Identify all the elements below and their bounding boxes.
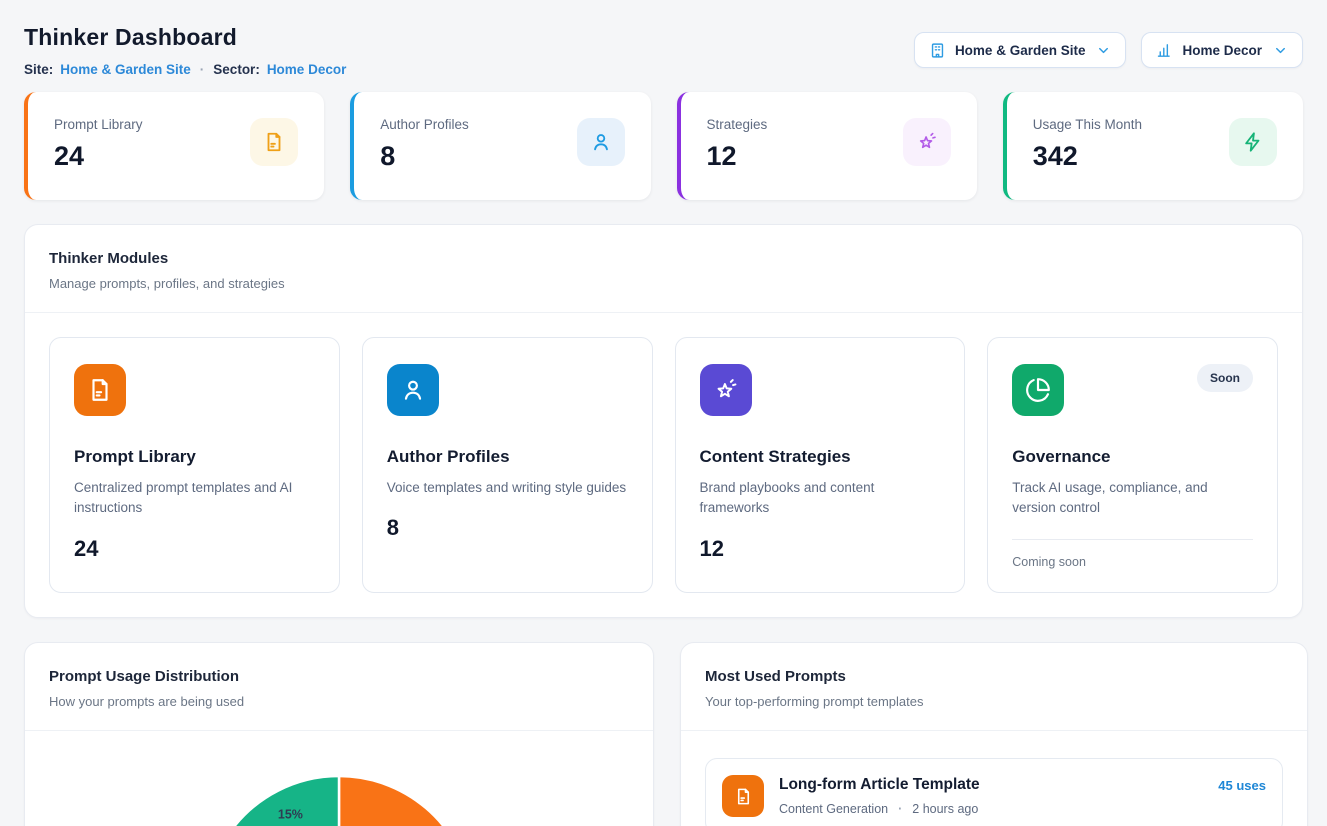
stat-cards-row: Prompt Library 24 Author Profiles 8 Stra… bbox=[24, 92, 1303, 200]
site-link[interactable]: Home & Garden Site bbox=[60, 62, 191, 77]
document-icon bbox=[250, 118, 298, 166]
prompts-card-header: Most Used Prompts Your top-performing pr… bbox=[681, 643, 1307, 731]
zap-icon bbox=[1229, 118, 1277, 166]
header-left: Thinker Dashboard Site: Home & Garden Si… bbox=[24, 24, 346, 77]
stat-card-prompt-library: Prompt Library 24 bbox=[24, 92, 324, 200]
prompt-item-text: Long-form Article Template Content Gener… bbox=[779, 775, 980, 816]
site-selector-dropdown[interactable]: Home & Garden Site bbox=[914, 32, 1127, 68]
page-title: Thinker Dashboard bbox=[24, 24, 346, 51]
sparkle-star-icon bbox=[700, 364, 752, 416]
prompt-usage-card: Prompt Usage Distribution How your promp… bbox=[24, 642, 654, 826]
module-description: Centralized prompt templates and AI inst… bbox=[74, 478, 315, 519]
breadcrumb: Site: Home & Garden Site · Sector: Home … bbox=[24, 62, 346, 77]
thinker-modules-panel: Thinker Modules Manage prompts, profiles… bbox=[24, 224, 1303, 618]
module-stat: 12 bbox=[700, 536, 941, 562]
module-description: Track AI usage, compliance, and version … bbox=[1012, 478, 1253, 519]
stat-card-strategies: Strategies 12 bbox=[677, 92, 977, 200]
document-icon bbox=[74, 364, 126, 416]
header-selectors: Home & Garden Site Home Decor bbox=[914, 32, 1303, 68]
module-stat: 8 bbox=[387, 515, 628, 541]
usage-card-subtitle: How your prompts are being used bbox=[49, 694, 629, 709]
module-description: Voice templates and writing style guides bbox=[387, 478, 628, 498]
module-card-author-profiles[interactable]: Author Profiles Voice templates and writ… bbox=[362, 337, 653, 593]
prompt-list: Long-form Article Template Content Gener… bbox=[681, 731, 1307, 826]
modules-grid: Prompt Library Centralized prompt templa… bbox=[25, 313, 1302, 617]
prompts-card-subtitle: Your top-performing prompt templates bbox=[705, 694, 1283, 709]
coming-soon-note: Coming soon bbox=[1012, 555, 1253, 569]
module-card-prompt-library[interactable]: Prompt Library Centralized prompt templa… bbox=[49, 337, 340, 593]
module-stat: 24 bbox=[74, 536, 315, 562]
site-selector-label: Home & Garden Site bbox=[955, 43, 1086, 58]
sector-label: Sector: bbox=[213, 62, 260, 77]
bar-chart-icon bbox=[1156, 42, 1173, 59]
donut-segment bbox=[339, 776, 473, 826]
module-card-governance[interactable]: Soon Governance Track AI usage, complian… bbox=[987, 337, 1278, 593]
stat-card-usage: Usage This Month 342 bbox=[1003, 92, 1303, 200]
modules-panel-title: Thinker Modules bbox=[49, 250, 1278, 267]
module-title: Author Profiles bbox=[387, 447, 628, 467]
meta-separator: · bbox=[896, 802, 904, 816]
usage-card-header: Prompt Usage Distribution How your promp… bbox=[25, 643, 653, 731]
prompts-card-title: Most Used Prompts bbox=[705, 668, 1283, 685]
document-icon bbox=[722, 775, 764, 817]
prompt-item-title: Long-form Article Template bbox=[779, 776, 980, 794]
most-used-prompts-card: Most Used Prompts Your top-performing pr… bbox=[680, 642, 1308, 826]
module-title: Prompt Library bbox=[74, 447, 315, 467]
module-description: Brand playbooks and content frameworks bbox=[700, 478, 941, 519]
page-header: Thinker Dashboard Site: Home & Garden Si… bbox=[24, 0, 1303, 77]
module-divider bbox=[1012, 539, 1253, 540]
prompt-item-meta: Content Generation · 2 hours ago bbox=[779, 802, 980, 816]
modules-panel-subtitle: Manage prompts, profiles, and strategies bbox=[49, 276, 1278, 291]
prompt-item-time: 2 hours ago bbox=[912, 802, 978, 816]
prompt-item-category: Content Generation bbox=[779, 802, 888, 816]
soon-badge: Soon bbox=[1197, 364, 1253, 392]
bottom-row: Prompt Usage Distribution How your promp… bbox=[24, 642, 1303, 826]
prompt-usage-donut: 15% bbox=[25, 731, 653, 826]
sector-link[interactable]: Home Decor bbox=[267, 62, 347, 77]
stat-card-author-profiles: Author Profiles 8 bbox=[350, 92, 650, 200]
site-label: Site: bbox=[24, 62, 53, 77]
breadcrumb-separator: · bbox=[198, 62, 207, 77]
chevron-down-icon bbox=[1096, 43, 1111, 58]
sparkle-star-icon bbox=[903, 118, 951, 166]
pie-chart-icon bbox=[1012, 364, 1064, 416]
modules-panel-header: Thinker Modules Manage prompts, profiles… bbox=[25, 225, 1302, 313]
donut-segment-label: 15% bbox=[278, 808, 303, 822]
user-icon bbox=[387, 364, 439, 416]
prompt-item-uses: 45 uses bbox=[1218, 778, 1266, 793]
module-title: Content Strategies bbox=[700, 447, 941, 467]
building-icon bbox=[929, 42, 946, 59]
user-icon bbox=[577, 118, 625, 166]
prompt-list-item[interactable]: Long-form Article Template Content Gener… bbox=[705, 758, 1283, 826]
module-title: Governance bbox=[1012, 447, 1253, 467]
sector-selector-label: Home Decor bbox=[1182, 43, 1262, 58]
module-card-content-strategies[interactable]: Content Strategies Brand playbooks and c… bbox=[675, 337, 966, 593]
dashboard-page: Thinker Dashboard Site: Home & Garden Si… bbox=[0, 0, 1327, 826]
sector-selector-dropdown[interactable]: Home Decor bbox=[1141, 32, 1303, 68]
chevron-down-icon bbox=[1273, 43, 1288, 58]
usage-card-title: Prompt Usage Distribution bbox=[49, 668, 629, 685]
